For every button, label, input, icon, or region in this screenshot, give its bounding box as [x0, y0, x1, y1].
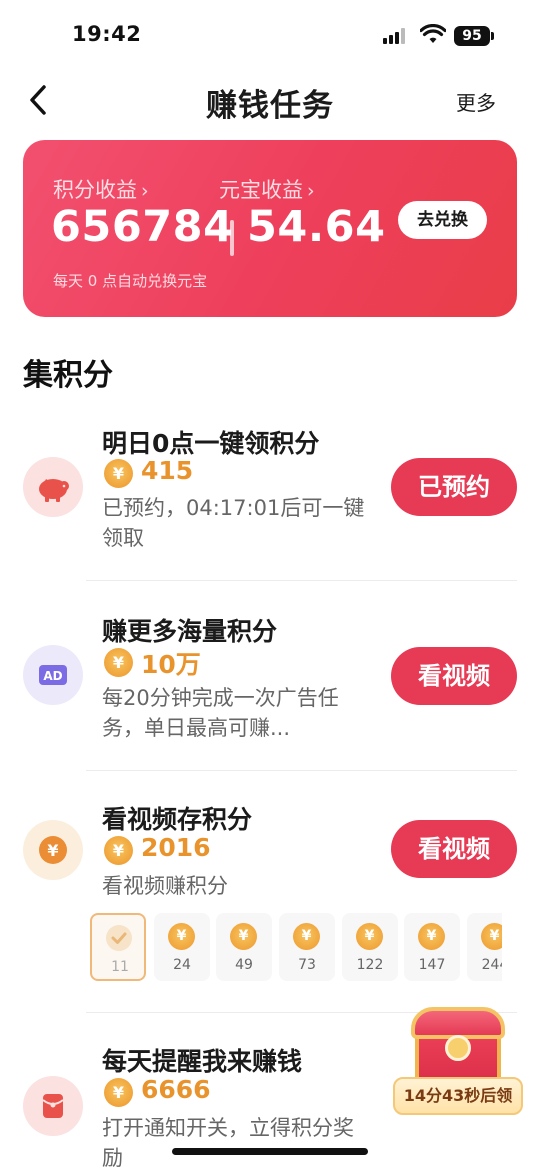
red-envelope-icon — [23, 1076, 83, 1136]
coin-icon: ¥ — [356, 923, 383, 950]
battery-tip — [491, 32, 494, 40]
task-title: 每天提醒我来赚钱 — [102, 1047, 303, 1076]
ingot-earnings-label: 元宝收益 — [219, 178, 303, 202]
coin-icon: ¥ — [481, 923, 502, 950]
auto-exchange-note: 每天 0 点自动兑换元宝 — [53, 272, 208, 290]
coin-icon: ¥ — [104, 836, 133, 865]
task-title: 看视频存积分 — [102, 805, 253, 834]
day-reward-item[interactable]: ¥ 122 — [342, 913, 398, 981]
day-reward-value: 147 — [418, 957, 446, 973]
day-reward-item[interactable]: ¥ 49 — [216, 913, 272, 981]
checkmark-icon — [106, 925, 132, 951]
reward-amount: 2016 — [141, 833, 211, 862]
day-reward-item[interactable]: 11 — [90, 913, 146, 981]
divider — [86, 770, 517, 771]
chest-lock-icon — [445, 1035, 471, 1061]
task-title: 赚更多海量积分 — [102, 617, 278, 646]
coin-icon: ¥ — [104, 1078, 133, 1107]
coin-icon: ¥ — [168, 923, 195, 950]
day-reward-item[interactable]: ¥ 73 — [279, 913, 335, 981]
task-description: 每20分钟完成一次广告任务，单日最高可赚... — [102, 686, 339, 740]
daily-reward-strip: 11 ¥ 24 ¥ 49 ¥ 73 ¥ 122 ¥ 147 ¥ 244 — [90, 913, 502, 983]
treasure-chest-widget[interactable]: 14分43秒后领 — [393, 1007, 523, 1135]
banner-divider — [230, 220, 234, 256]
ingot-earnings-value: 54.64 — [247, 202, 386, 252]
day-reward-value: 49 — [235, 957, 253, 973]
points-earnings-value: 656784 — [51, 202, 234, 252]
task-description: 已预约，04:17:01后可一键领取 — [102, 496, 365, 550]
wifi-icon — [419, 23, 447, 48]
status-bar: 19:42 95 — [0, 0, 540, 70]
day-reward-value: 24 — [173, 957, 191, 973]
watch-video-button[interactable]: 看视频 — [391, 820, 517, 878]
day-reward-value: 73 — [298, 957, 316, 973]
day-reward-item[interactable]: ¥ 244 — [467, 913, 502, 981]
reward-amount: 6666 — [141, 1075, 211, 1104]
day-reward-value: 11 — [111, 959, 129, 975]
day-reward-value: 244 — [481, 957, 502, 973]
chest-countdown: 14分43秒后领 — [393, 1077, 523, 1115]
battery-icon: 95 — [454, 26, 490, 46]
status-time: 19:42 — [72, 22, 142, 46]
task-description: 看视频赚积分 — [102, 874, 228, 898]
home-indicator — [172, 1148, 368, 1155]
yuan-coin-icon: ¥ — [23, 820, 83, 880]
reward-amount: 415 — [141, 456, 194, 485]
task-title: 明日0点一键领积分 — [102, 429, 320, 458]
day-reward-item[interactable]: ¥ 147 — [404, 913, 460, 981]
more-button[interactable]: 更多 — [456, 87, 496, 116]
coin-icon: ¥ — [293, 923, 320, 950]
back-button[interactable] — [22, 80, 58, 120]
ad-icon-label: AD — [43, 669, 62, 683]
coin-icon: ¥ — [418, 923, 445, 950]
exchange-button[interactable]: 去兑换 — [398, 201, 487, 239]
reward-amount: 10万 — [141, 650, 201, 679]
cellular-signal-icon — [383, 28, 409, 44]
task-description: 打开通知开关，立得积分奖励 — [102, 1116, 354, 1169]
watch-video-button[interactable]: 看视频 — [391, 647, 517, 705]
piggy-bank-icon — [23, 457, 83, 517]
ingot-earnings-link[interactable]: 元宝收益 › — [219, 174, 315, 204]
points-earnings-link[interactable]: 积分收益 › — [53, 174, 149, 204]
day-reward-value: 122 — [356, 957, 384, 973]
coin-icon: ¥ — [104, 648, 133, 677]
chevron-right-icon: › — [307, 180, 315, 202]
reserved-button[interactable]: 已预约 — [391, 458, 517, 516]
earnings-banner: 积分收益 › 元宝收益 › 656784 54.64 去兑换 每天 0 点自动兑换元… — [23, 140, 517, 317]
chevron-right-icon: › — [141, 180, 149, 202]
points-earnings-label: 积分收益 — [53, 178, 137, 202]
coin-icon: ¥ — [230, 923, 257, 950]
day-reward-item[interactable]: ¥ 24 — [154, 913, 210, 981]
chevron-left-icon — [30, 85, 46, 115]
ad-icon: AD — [23, 645, 83, 705]
section-title: 集积分 — [23, 358, 113, 393]
coin-icon: ¥ — [104, 459, 133, 488]
divider — [86, 580, 517, 581]
coin-icon-symbol: ¥ — [47, 841, 58, 860]
